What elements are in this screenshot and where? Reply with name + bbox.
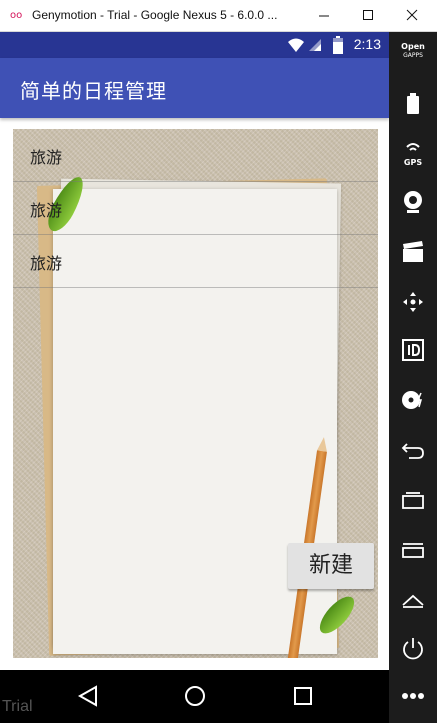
app-title: 简单的日程管理 [20, 79, 167, 103]
schedule-list-item[interactable]: 旅游 [13, 235, 378, 288]
wifi-icon [288, 38, 304, 52]
dpad-icon [403, 292, 423, 312]
schedule-list-item[interactable]: 旅游 [13, 182, 378, 235]
power-button[interactable] [389, 626, 437, 670]
android-home-button[interactable] [389, 578, 437, 622]
opengapps-button[interactable]: Open GAPPS [389, 42, 437, 60]
android-recent-apps-button[interactable] [389, 478, 437, 522]
close-icon [406, 9, 418, 21]
genymotion-sidebar: Open GAPPS GPS [389, 32, 437, 723]
genymotion-app-icon: oo [10, 10, 23, 21]
dpad-widget-button[interactable] [389, 280, 437, 324]
maximize-button[interactable] [349, 0, 387, 32]
gps-widget-button[interactable]: GPS [389, 132, 437, 176]
device-screen: 2:13 简单的日程管理 旅游 旅游 旅游 新建 [0, 32, 389, 670]
clapperboard-icon [403, 241, 423, 262]
nav-recents-button[interactable] [283, 678, 323, 714]
window-title: Genymotion - Trial - Google Nexus 5 - 6.… [32, 8, 278, 22]
media-widget-button[interactable] [389, 378, 437, 422]
trial-watermark: Trial [2, 698, 33, 715]
home-icon [402, 594, 424, 608]
schedule-item-label: 旅游 [30, 254, 63, 273]
opengapps-sublabel: GAPPS [403, 52, 423, 59]
schedule-content-area: 旅游 旅游 旅游 新建 [13, 129, 378, 658]
circle-home-icon [185, 686, 205, 706]
app-toolbar: 简单的日程管理 [0, 58, 389, 118]
opengapps-label: Open [401, 42, 425, 51]
triangle-back-icon [77, 685, 97, 707]
minimize-icon [319, 15, 329, 17]
android-back-button[interactable] [389, 428, 437, 472]
battery-status-icon [333, 36, 343, 54]
webcam-widget-button[interactable] [389, 180, 437, 224]
disc-icon [402, 391, 422, 409]
nav-back-button[interactable] [68, 678, 108, 714]
android-nav-bar: Trial [0, 670, 389, 723]
schedule-list: 旅游 旅游 旅游 [13, 129, 378, 288]
id-icon [402, 339, 424, 361]
battery-icon [407, 93, 419, 114]
android-status-bar: 2:13 [0, 32, 389, 58]
nav-home-button[interactable] [175, 678, 215, 714]
capture-widget-button[interactable] [389, 230, 437, 274]
identifiers-widget-button[interactable] [389, 328, 437, 372]
power-icon [403, 638, 423, 660]
gps-icon: GPS [404, 143, 422, 167]
minimize-button[interactable] [305, 0, 343, 32]
webcam-icon [404, 191, 422, 213]
recent-apps-icon [402, 492, 424, 509]
schedule-item-label: 旅游 [30, 201, 63, 220]
more-dots-icon [402, 693, 424, 699]
back-arrow-icon [401, 443, 424, 459]
window-titlebar: oo Genymotion - Trial - Google Nexus 5 -… [0, 0, 437, 32]
maximize-icon [363, 10, 373, 20]
android-menu-button[interactable] [389, 528, 437, 572]
battery-widget-button[interactable] [389, 82, 437, 126]
square-recents-icon [294, 687, 312, 705]
new-schedule-button[interactable]: 新建 [288, 543, 374, 589]
cell-signal-icon [309, 39, 321, 51]
schedule-list-item[interactable]: 旅游 [13, 129, 378, 182]
more-options-button[interactable] [389, 674, 437, 718]
menu-icon [402, 543, 424, 558]
schedule-item-label: 旅游 [30, 148, 63, 167]
pencil-tip [317, 436, 329, 452]
gps-label: GPS [404, 158, 422, 167]
close-button[interactable] [393, 0, 431, 32]
status-time: 2:13 [353, 36, 381, 52]
